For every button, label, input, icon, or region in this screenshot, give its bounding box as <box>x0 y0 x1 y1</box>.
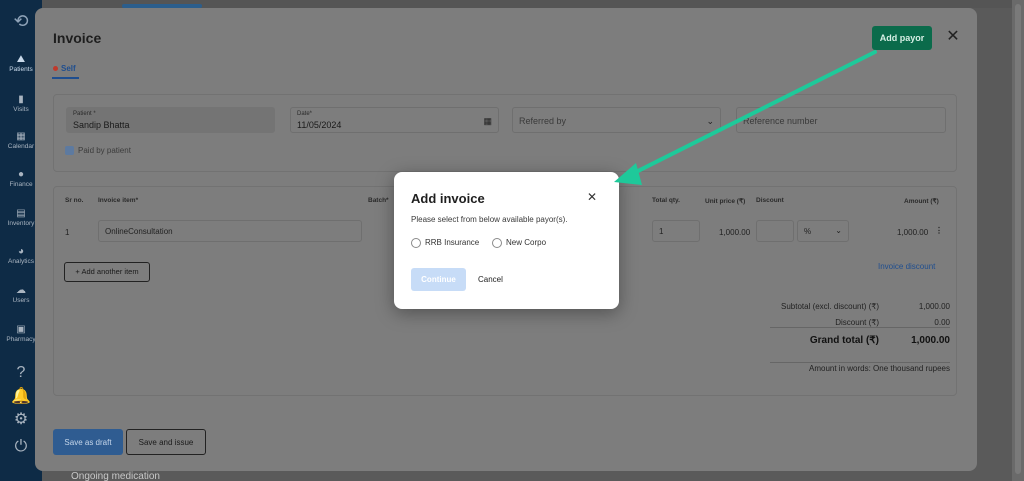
col-header-sr-no: Sr no. <box>65 197 84 204</box>
discount-total-label: Discount (₹) <box>835 318 879 327</box>
grand-total-value: 1,000.00 <box>911 335 950 346</box>
checkbox-checked-icon[interactable] <box>65 146 74 156</box>
grand-total-divider <box>770 362 950 363</box>
more-options-icon[interactable]: ⋮ <box>935 226 943 235</box>
amount-in-words: Amount in words: One thousand rupees <box>809 364 950 373</box>
col-header-invoice-item: Invoice item* <box>98 197 139 204</box>
discount-input[interactable] <box>756 220 794 242</box>
date-field-value: 11/05/2024 <box>297 120 342 130</box>
close-icon[interactable]: ✕ <box>945 29 961 45</box>
continue-button[interactable]: Continue <box>411 268 466 291</box>
status-dot-icon <box>53 66 58 72</box>
total-qty-input[interactable]: 1 <box>652 220 700 242</box>
referred-by-select[interactable]: Referred by ⌄ <box>512 107 721 133</box>
unit-price-value: 1,000.00 <box>719 228 751 237</box>
invoice-discount-link[interactable]: Invoice discount <box>878 262 935 271</box>
tab-underline <box>52 77 79 79</box>
patient-field-label: Patient * <box>73 111 96 117</box>
col-header-unit-price: Unit price (₹) <box>705 198 746 205</box>
add-payor-button[interactable]: Add payor <box>872 26 932 50</box>
row-sr-no: 1 <box>65 228 70 237</box>
background-ongoing-medication: Ongoing medication <box>71 471 160 481</box>
reference-number-input[interactable]: Reference number <box>736 107 946 133</box>
radio-unchecked-icon[interactable] <box>411 238 421 248</box>
payor-option-rrb-insurance[interactable]: RRB Insurance <box>411 238 479 248</box>
reference-number-placeholder: Reference number <box>743 116 818 126</box>
add-item-label: Add another item <box>81 267 139 276</box>
add-invoice-modal: Add invoice ✕ Please select from below a… <box>394 172 619 309</box>
page-scrollbar[interactable] <box>1012 0 1024 481</box>
subtotal-label: Subtotal (excl. discount) (₹) <box>780 302 879 311</box>
col-header-total-qty: Total qty. <box>652 197 680 204</box>
amount-value: 1,000.00 <box>897 228 929 237</box>
referred-by-placeholder: Referred by <box>519 116 567 126</box>
modal-description: Please select from below available payor… <box>411 215 568 224</box>
modal-title: Add invoice <box>411 191 485 206</box>
invoice-details-card: Patient * Sandip Bhatta Date* 11/05/2024… <box>53 94 957 172</box>
cancel-button[interactable]: Cancel <box>474 268 507 291</box>
tab-self[interactable]: Self <box>53 64 76 73</box>
payor-option-label: RRB Insurance <box>425 238 480 248</box>
payor-option-label: New Corpo <box>506 238 547 248</box>
close-icon[interactable]: ✕ <box>586 191 598 203</box>
subtotal-value: 1,000.00 <box>918 302 950 311</box>
discount-type-value: % <box>804 227 812 236</box>
calendar-icon[interactable]: ▦ <box>483 116 492 127</box>
col-header-batch: Batch* <box>368 197 389 204</box>
payor-option-new-corpo[interactable]: New Corpo <box>492 238 546 248</box>
save-and-issue-button[interactable]: Save and issue <box>126 429 206 455</box>
chevron-down-icon: ⌄ <box>835 226 842 235</box>
discount-type-select[interactable]: % ⌄ <box>797 220 849 242</box>
grand-total-label: Grand total (₹) <box>809 335 879 346</box>
scrollbar-thumb[interactable] <box>1015 4 1021 474</box>
date-field[interactable]: Date* 11/05/2024 ▦ <box>290 107 499 133</box>
totals-divider <box>770 327 950 328</box>
paid-by-patient-checkbox[interactable]: Paid by patient <box>65 146 131 156</box>
paid-by-patient-label: Paid by patient <box>78 146 131 155</box>
add-another-item-button[interactable]: + Add another item <box>64 262 150 282</box>
discount-total-value: 0.00 <box>934 318 950 327</box>
date-field-label: Date* <box>297 111 313 117</box>
col-header-discount: Discount <box>756 197 784 204</box>
app-logo-icon[interactable]: ⟲ <box>10 10 32 32</box>
radio-unchecked-icon[interactable] <box>492 238 502 248</box>
tab-self-label: Self <box>61 64 76 73</box>
invoice-item-input[interactable]: OnlineConsultation <box>98 220 362 242</box>
col-header-amount: Amount (₹) <box>904 198 939 205</box>
panel-title: Invoice <box>53 30 102 46</box>
patient-field-value: Sandip Bhatta <box>73 120 130 130</box>
save-as-draft-button[interactable]: Save as draft <box>53 429 123 455</box>
patient-field[interactable]: Patient * Sandip Bhatta <box>66 107 275 133</box>
chevron-down-icon: ⌄ <box>706 116 714 126</box>
